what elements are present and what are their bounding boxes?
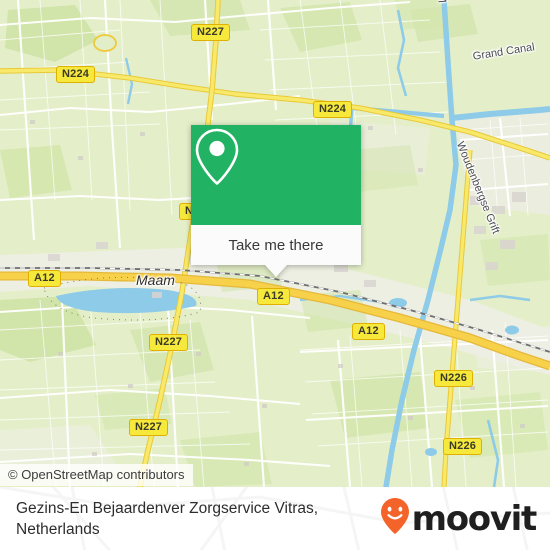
road-shield-a12-center[interactable]: A12 — [257, 288, 290, 305]
map-screenshot: Maam Grand Canal Woudenbergs Woudenbergs… — [0, 0, 550, 550]
moovit-pin-smile-icon — [380, 497, 410, 540]
road-shield-a12-east[interactable]: A12 — [352, 323, 385, 340]
road-shield-n224-east[interactable]: N224 — [313, 101, 353, 118]
road-shield-n226-upper[interactable]: N226 — [434, 370, 474, 387]
moovit-wordmark: moovit — [411, 498, 538, 539]
take-me-there-button[interactable]: Take me there — [191, 225, 361, 265]
callout-header — [191, 125, 361, 225]
footer-bar: Gezins-En Bejaardenver Zorgservice Vitra… — [0, 487, 550, 550]
map-label-place: Maam — [136, 272, 175, 288]
place-title: Gezins-En Bejaardenver Zorgservice Vitra… — [16, 499, 319, 538]
osm-attribution[interactable]: © OpenStreetMap contributors — [0, 464, 193, 486]
map-canvas[interactable]: Maam Grand Canal Woudenbergs Woudenbergs… — [0, 0, 550, 487]
location-callout[interactable]: Take me there — [191, 125, 361, 277]
road-shield-n227-south[interactable]: N227 — [129, 419, 169, 436]
road-shield-n226-lower[interactable]: N226 — [443, 438, 483, 455]
road-shield-n224-west[interactable]: N224 — [56, 66, 96, 83]
road-shield-n227-north[interactable]: N227 — [191, 24, 231, 41]
moovit-logo[interactable]: moovit — [380, 497, 538, 540]
callout-tail — [265, 265, 287, 277]
road-shield-a12-west[interactable]: A12 — [28, 270, 61, 287]
road-shield-n227-mid[interactable]: N227 — [149, 334, 189, 351]
